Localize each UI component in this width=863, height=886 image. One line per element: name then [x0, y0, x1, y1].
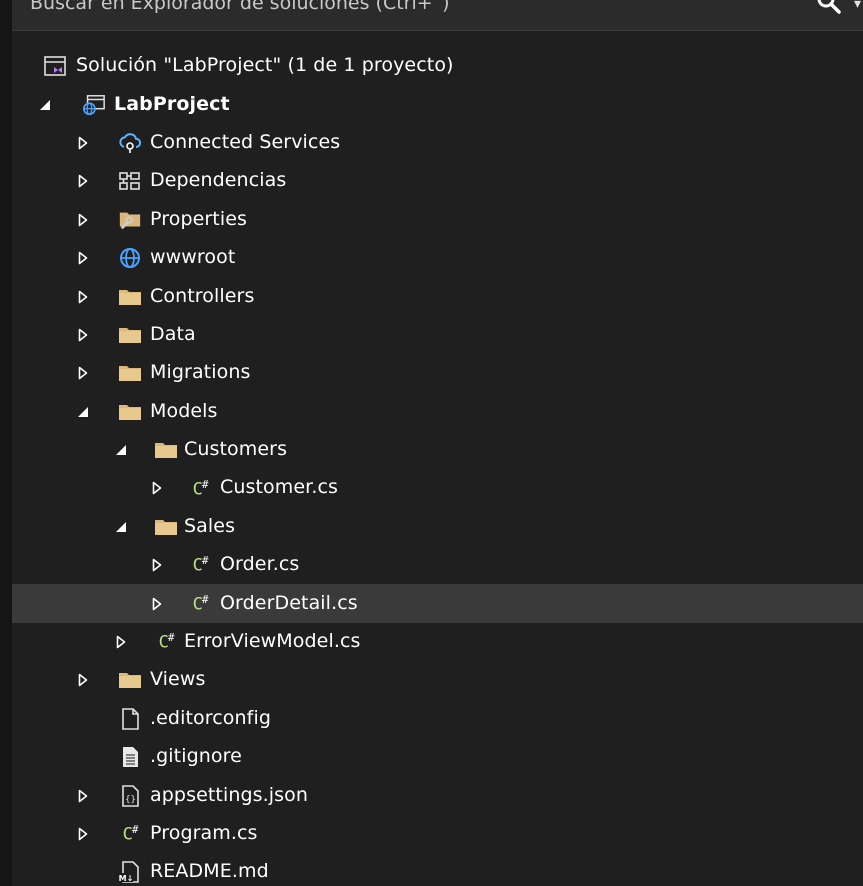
tree-item-label: Program.cs: [150, 822, 258, 845]
tree-item-connected-services[interactable]: Connected Services: [12, 124, 863, 162]
tree-item-migrations[interactable]: Migrations: [12, 354, 863, 392]
tree-item-label: wwwroot: [150, 246, 236, 269]
expanded-arrow-icon[interactable]: [114, 519, 128, 535]
solution-tree: Solución "LabProject" (1 de 1 proyecto) L…: [12, 47, 863, 886]
collapsed-arrow-icon[interactable]: [76, 327, 90, 343]
tree-item-program-cs[interactable]: C# Program.cs: [12, 815, 863, 853]
tree-item-gitignore[interactable]: .gitignore: [12, 738, 863, 776]
globe-icon: [118, 246, 142, 270]
tree-item-label: Models: [150, 399, 218, 422]
solution-explorer: Buscar en Explorador de soluciones (Ctrl…: [0, 0, 863, 886]
tree-item-label: Properties: [150, 207, 248, 230]
tree-item-wwwroot[interactable]: wwwroot: [12, 239, 863, 277]
tree-item-label: Views: [150, 668, 206, 691]
csharp-file-icon: C#: [192, 477, 209, 500]
expanded-arrow-icon[interactable]: [38, 97, 52, 113]
collapsed-arrow-icon[interactable]: [150, 557, 164, 573]
tree-item-label: README.md: [150, 860, 269, 883]
tree-item-controllers[interactable]: Controllers: [12, 277, 863, 315]
collapsed-arrow-icon[interactable]: [76, 212, 90, 228]
tree-item-label: LabProject: [114, 92, 230, 115]
solution-icon: [44, 54, 68, 78]
collapsed-arrow-icon[interactable]: [76, 135, 90, 151]
tree-item-label: Sales: [184, 514, 236, 537]
tree-item-views[interactable]: Views: [12, 661, 863, 699]
search-bar[interactable]: Buscar en Explorador de soluciones (Ctrl…: [12, 0, 863, 31]
tree-item-label: OrderDetail.cs: [220, 591, 358, 614]
svg-text:M↓: M↓: [119, 874, 133, 883]
search-icon[interactable]: [815, 0, 843, 16]
expanded-arrow-icon[interactable]: [114, 442, 128, 458]
tree-item-customer-cs[interactable]: C# Customer.cs: [12, 469, 863, 507]
tree-item-readme-md[interactable]: M↓ README.md: [12, 853, 863, 886]
search-options-chevron-down-icon[interactable]: ▾: [854, 0, 861, 12]
svg-text:{}: {}: [125, 795, 136, 805]
collapsed-arrow-icon[interactable]: [76, 173, 90, 189]
tree-item-editorconfig[interactable]: .editorconfig: [12, 700, 863, 738]
search-input[interactable]: Buscar en Explorador de soluciones (Ctrl…: [30, 0, 450, 14]
tree-item-customers[interactable]: Customers: [12, 431, 863, 469]
tree-item-label: ErrorViewModel.cs: [184, 630, 361, 653]
tree-item-label: appsettings.json: [150, 783, 309, 806]
tree-item-sales[interactable]: Sales: [12, 508, 863, 546]
tree-item-label: Solución "LabProject" (1 de 1 proyecto): [76, 54, 454, 77]
collapsed-arrow-icon[interactable]: [150, 596, 164, 612]
collapsed-arrow-icon[interactable]: [76, 365, 90, 381]
tree-item-orderdetail-cs[interactable]: C# OrderDetail.cs: [12, 584, 863, 623]
folder-icon: [118, 285, 142, 309]
folder-icon: [154, 438, 178, 462]
tree-item-dependencias[interactable]: Dependencias: [12, 162, 863, 200]
blank-file-icon: [118, 707, 142, 731]
tree-item-errorviewmodel-cs[interactable]: C# ErrorViewModel.cs: [12, 623, 863, 661]
left-edge: [0, 0, 12, 886]
tree-item-order-cs[interactable]: C# Order.cs: [12, 546, 863, 584]
text-file-icon: [118, 745, 142, 769]
csharp-file-icon: C#: [192, 554, 209, 577]
folder-icon: [118, 323, 142, 347]
folder-icon: [118, 400, 142, 424]
collapsed-arrow-icon[interactable]: [76, 289, 90, 305]
properties-icon: [118, 208, 142, 232]
dependencies-icon: [118, 169, 142, 193]
tree-item-label: .gitignore: [150, 745, 242, 768]
folder-icon: [118, 361, 142, 385]
csharp-file-icon: C#: [158, 631, 175, 653]
folder-icon: [118, 668, 142, 692]
markdown-file-icon: M↓: [118, 860, 142, 884]
tree-item-label: Controllers: [150, 284, 255, 307]
connected-services-icon: [118, 131, 142, 155]
json-file-icon: {}: [118, 784, 142, 808]
tree-item-appsettings-json[interactable]: {} appsettings.json: [12, 776, 863, 814]
tree-item-label: Dependencias: [150, 169, 287, 192]
tree-item-label: .editorconfig: [150, 706, 271, 729]
tree-item-data[interactable]: Data: [12, 316, 863, 354]
tree-item-properties[interactable]: Properties: [12, 201, 863, 239]
tree-item-soluci-n-labproject-1-de-1-proyecto[interactable]: Solución "LabProject" (1 de 1 proyecto): [12, 47, 863, 85]
folder-icon: [154, 515, 178, 539]
tree-item-label: Connected Services: [150, 131, 341, 154]
csharp-file-icon: C#: [192, 592, 209, 615]
collapsed-arrow-icon[interactable]: [114, 634, 128, 650]
collapsed-arrow-icon[interactable]: [150, 480, 164, 496]
collapsed-arrow-icon[interactable]: [76, 672, 90, 688]
collapsed-arrow-icon[interactable]: [76, 788, 90, 804]
tree-item-label: Order.cs: [220, 553, 300, 576]
tree-item-label: Migrations: [150, 361, 251, 384]
tree-item-label: Customer.cs: [220, 476, 339, 499]
expanded-arrow-icon[interactable]: [76, 404, 90, 420]
collapsed-arrow-icon[interactable]: [76, 826, 90, 842]
tree-item-models[interactable]: Models: [12, 393, 863, 431]
tree-item-labproject[interactable]: LabProject: [12, 85, 863, 123]
web-project-icon: [82, 93, 106, 117]
tree-item-label: Data: [150, 323, 196, 346]
collapsed-arrow-icon[interactable]: [76, 250, 90, 266]
csharp-file-icon: C#: [122, 823, 139, 845]
tree-item-label: Customers: [184, 438, 288, 461]
